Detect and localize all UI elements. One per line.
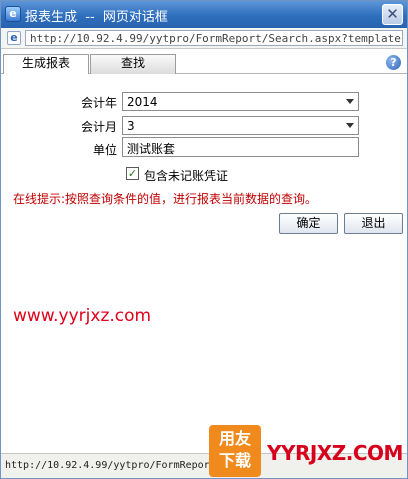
- include-unposted-checkbox[interactable]: ✓: [126, 167, 139, 180]
- year-value: 2014: [127, 95, 158, 109]
- help-icon[interactable]: ?: [386, 55, 401, 70]
- chevron-down-icon: [346, 123, 354, 128]
- logo-line2: 下载: [218, 451, 251, 470]
- watermark-brand: YYRJXZ.COM: [267, 441, 403, 465]
- exit-button[interactable]: 退出: [344, 213, 403, 234]
- month-select[interactable]: 3: [122, 116, 359, 135]
- page-icon: e: [7, 31, 21, 45]
- ok-button[interactable]: 确定: [279, 213, 338, 234]
- year-select[interactable]: 2014: [122, 92, 359, 111]
- month-label: 会计月: [80, 120, 117, 134]
- address-url: http://10.92.4.99/yytpro/FormReport/Sear…: [30, 32, 402, 45]
- online-hint: 在线提示:按照查询条件的值，进行报表当前数据的查询。: [13, 192, 318, 206]
- address-field[interactable]: http://10.92.4.99/yytpro/FormReport/Sear…: [25, 30, 403, 46]
- include-unposted-label: 包含未记账凭证: [144, 169, 229, 183]
- window-title: 报表生成 -- 网页对话框: [25, 10, 168, 25]
- chevron-down-icon: [346, 99, 354, 104]
- dialog-window: e 报表生成 -- 网页对话框 ✕ e http://10.92.4.99/yy…: [0, 0, 408, 479]
- address-bar: e http://10.92.4.99/yytpro/FormReport/Se…: [1, 28, 407, 49]
- watermark-site: www.yyrjxz.com: [13, 306, 152, 326]
- tab-generate-report[interactable]: 生成报表: [3, 54, 89, 74]
- tab-search[interactable]: 查找: [90, 54, 176, 74]
- unit-label: 单位: [92, 143, 117, 157]
- status-text: http://10.92.4.99/yytpro/FormRepor: [5, 460, 210, 471]
- watermark-logo: 用友 下载: [209, 425, 261, 477]
- logo-line1: 用友: [218, 429, 251, 448]
- close-button[interactable]: ✕: [382, 4, 403, 25]
- ie-icon: e: [5, 6, 21, 22]
- title-bar: e 报表生成 -- 网页对话框 ✕: [1, 1, 407, 28]
- year-label: 会计年: [80, 96, 117, 110]
- unit-input[interactable]: 测试账套: [122, 137, 359, 157]
- tab-strip: 生成报表 查找 ?: [1, 50, 407, 74]
- month-value: 3: [127, 119, 135, 133]
